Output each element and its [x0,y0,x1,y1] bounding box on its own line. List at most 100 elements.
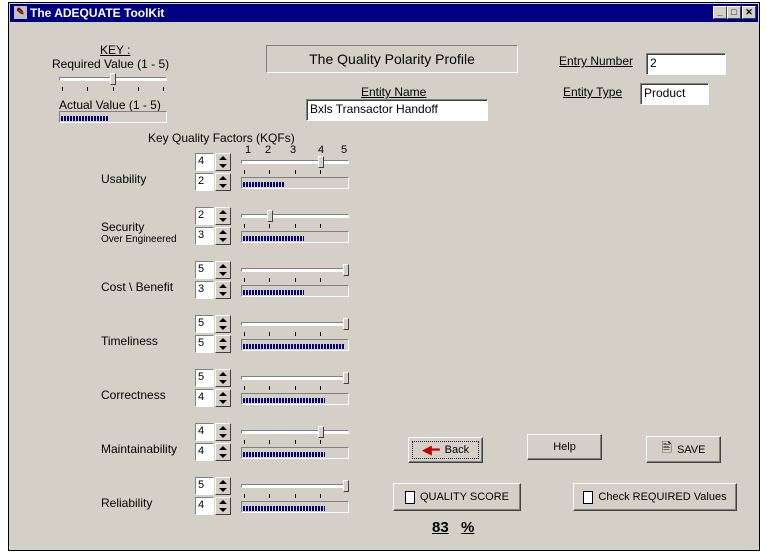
actual-spinner[interactable]: 5 [195,335,231,353]
quality-score-value: 83 [432,519,449,536]
scale-4: 4 [318,144,325,156]
required-slider[interactable] [241,156,349,176]
required-slider-thumb[interactable] [343,480,349,492]
kqf-subtext: Over Engineered [101,234,177,245]
entity-name-field[interactable]: Bxls Transactor Handoff [306,99,488,121]
actual-value[interactable]: 4 [195,497,214,515]
quality-score-label: QUALITY SCORE [419,491,510,503]
check-required-button[interactable]: Check REQUIRED Values [573,483,737,511]
required-value[interactable]: 2 [195,207,214,225]
actual-value[interactable]: 2 [195,173,214,191]
required-slider-thumb[interactable] [343,318,349,330]
required-slider[interactable] [241,426,349,446]
spinner-arrows-icon[interactable] [215,281,231,299]
spinner-arrows-icon[interactable] [215,261,231,279]
actual-bar-fill [243,452,325,457]
required-slider[interactable] [241,318,349,338]
required-value[interactable]: 5 [195,369,214,387]
actual-bar [241,339,349,351]
required-slider[interactable] [241,210,349,230]
calculator-icon [583,490,594,504]
spinner-arrows-icon[interactable] [215,153,231,171]
back-button[interactable]: ◀━ Back [408,437,483,463]
actual-value[interactable]: 5 [195,335,214,353]
required-slider-thumb[interactable] [318,426,324,438]
app-icon: ✎ [14,6,27,19]
spinner-arrows-icon[interactable] [215,335,231,353]
required-value[interactable]: 5 [195,261,214,279]
key-heading: KEY : [100,43,131,57]
required-slider-thumb[interactable] [318,156,324,168]
kqf-heading: Key Quality Factors (KQFs) [148,131,295,145]
spinner-arrows-icon[interactable] [215,497,231,515]
required-value[interactable]: 5 [195,477,214,495]
spinner-arrows-icon[interactable] [215,389,231,407]
actual-spinner[interactable]: 4 [195,497,231,515]
help-label: Help [553,441,576,453]
required-spinner[interactable]: 4 [195,423,231,441]
entity-name-label: Entity Name [361,85,427,99]
required-spinner[interactable]: 4 [195,153,231,171]
actual-bar [241,501,349,513]
entity-type-field[interactable]: Product [640,83,709,105]
actual-spinner[interactable]: 2 [195,173,231,191]
actual-bar-fill [243,398,325,403]
required-value[interactable]: 5 [195,315,214,333]
check-required-label: Check REQUIRED Values [598,491,727,503]
required-spinner[interactable]: 5 [195,315,231,333]
required-slider-thumb[interactable] [343,264,349,276]
close-button[interactable]: ✕ [742,6,756,19]
spinner-arrows-icon[interactable] [215,227,231,245]
actual-bar-fill [243,344,345,349]
spinner-arrows-icon[interactable] [215,443,231,461]
calculator-icon [404,490,415,504]
required-value-label: Required Value (1 - 5) [52,57,170,71]
kqf-name: Cost \ Benefit [101,280,174,294]
required-value[interactable]: 4 [195,423,214,441]
scale-5: 5 [341,144,348,156]
spinner-arrows-icon[interactable] [215,173,231,191]
actual-bar [241,285,349,297]
back-label: Back [444,444,470,456]
window-title: The ADEQUATE ToolKit [30,6,165,20]
actual-bar [241,177,349,189]
required-slider-thumb[interactable] [267,210,273,222]
main-window: ✎ The ADEQUATE ToolKit _ □ ✕ KEY : Requi… [8,2,760,551]
save-button[interactable]: 🖹 SAVE [646,436,721,463]
spinner-arrows-icon[interactable] [215,315,231,333]
required-spinner[interactable]: 5 [195,261,231,279]
required-slider[interactable] [241,264,349,284]
maximize-button[interactable]: □ [727,6,741,19]
required-spinner[interactable]: 5 [195,369,231,387]
actual-value[interactable]: 4 [195,389,214,407]
required-value[interactable]: 4 [195,153,214,171]
required-spinner[interactable]: 5 [195,477,231,495]
actual-spinner[interactable]: 4 [195,443,231,461]
save-label: SAVE [676,443,706,456]
title-bar: ✎ The ADEQUATE ToolKit _ □ ✕ [10,4,758,22]
spinner-arrows-icon[interactable] [215,477,231,495]
required-slider-thumb[interactable] [343,372,349,384]
actual-spinner[interactable]: 3 [195,281,231,299]
help-button[interactable]: Help [527,434,602,460]
spinner-arrows-icon[interactable] [215,423,231,441]
actual-spinner[interactable]: 4 [195,389,231,407]
required-spinner[interactable]: 2 [195,207,231,225]
actual-value[interactable]: 3 [195,227,214,245]
spinner-arrows-icon[interactable] [215,369,231,387]
actual-bar-fill [243,182,284,187]
entity-type-label: Entity Type [563,85,623,99]
actual-bar [241,393,349,405]
quality-score-button[interactable]: QUALITY SCORE [393,483,521,511]
kqf-name: Reliability [101,496,153,510]
back-arrow-icon: ◀━ [421,442,440,457]
actual-value[interactable]: 4 [195,443,214,461]
scale-2: 2 [265,144,272,156]
minimize-button[interactable]: _ [713,6,727,19]
required-slider[interactable] [241,372,349,392]
entry-number-field[interactable]: 2 [646,53,726,75]
actual-value[interactable]: 3 [195,281,214,299]
spinner-arrows-icon[interactable] [215,207,231,225]
required-slider[interactable] [241,480,349,500]
actual-spinner[interactable]: 3 [195,227,231,245]
